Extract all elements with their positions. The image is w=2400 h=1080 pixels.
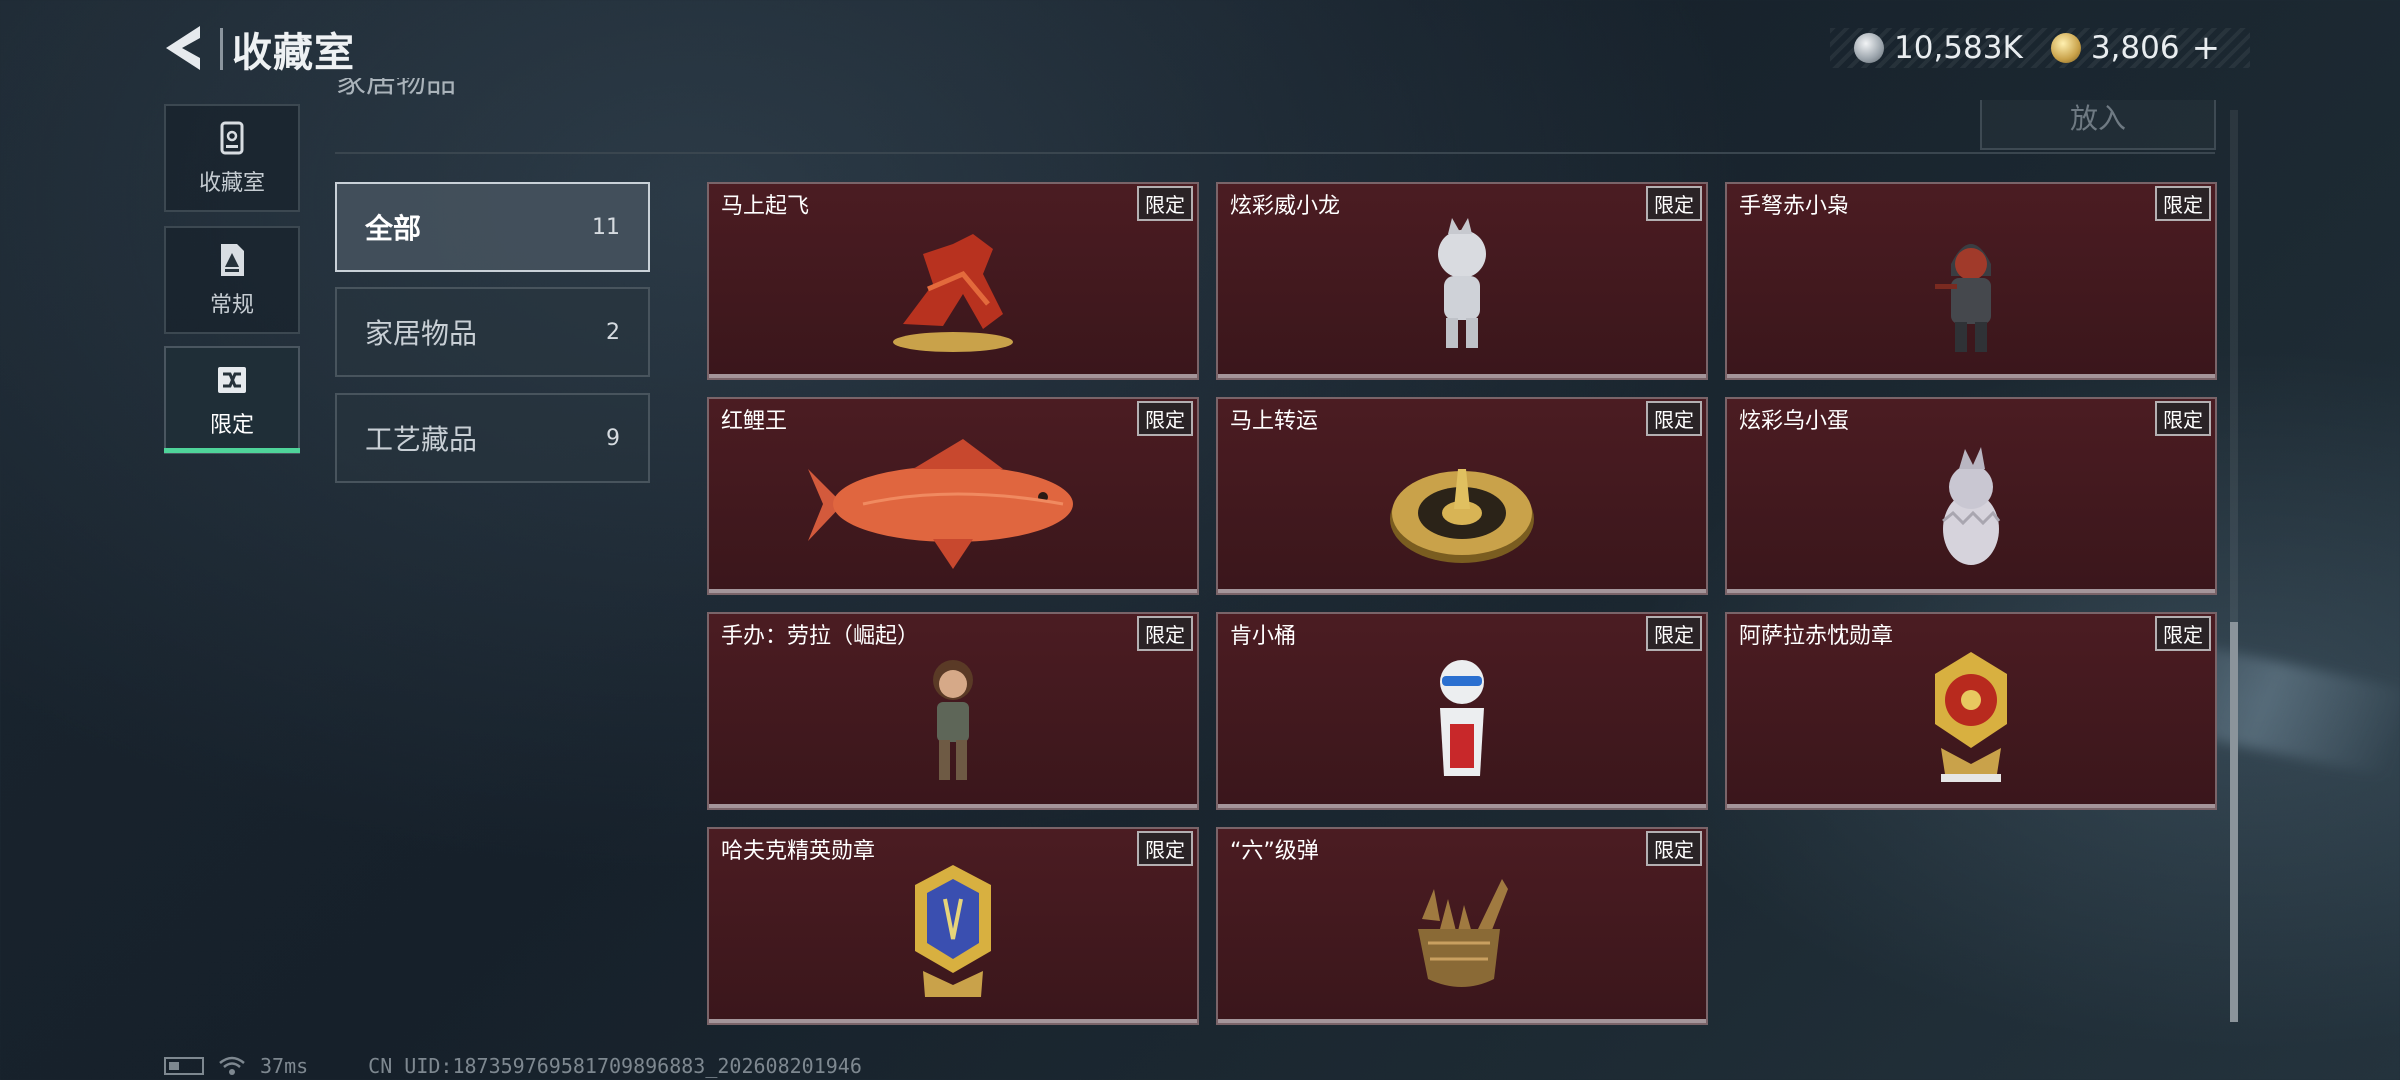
back-arrow-icon: [166, 26, 200, 70]
place-button[interactable]: 放入: [1980, 100, 2216, 150]
page-title: 收藏室: [232, 30, 355, 76]
nav-active-indicator: [164, 448, 300, 453]
item-card[interactable]: 肯小桶 限定: [1216, 612, 1708, 810]
hooded-figure-icon: [1935, 244, 1991, 352]
white-dragon-figure-icon: [1438, 218, 1486, 348]
currency-bar[interactable]: 10,583K 3,806 +: [1830, 28, 2250, 68]
document-icon: [221, 244, 244, 276]
gold-medal-icon: [1935, 652, 2007, 782]
scrollbar[interactable]: [2230, 110, 2238, 1022]
nav-label: 常规: [209, 293, 254, 318]
gold-amount: 3,806: [2090, 30, 2180, 66]
bullet-hand-icon: [1418, 879, 1508, 987]
category-label: 全部: [365, 212, 422, 245]
bin-icon: [220, 121, 244, 155]
item-card[interactable]: 阿萨拉赤忱勋章 限定: [1725, 612, 2217, 810]
blue-hex-medal-icon: [915, 865, 991, 997]
shuffle-card-icon: [218, 367, 246, 393]
item-card[interactable]: 哈夫克精英勋章 限定: [707, 827, 1199, 1025]
silver-coin-icon: [1854, 33, 1884, 63]
nav-limited[interactable]: 限定: [164, 346, 300, 454]
item-card[interactable]: “六”级弹 限定: [1216, 827, 1708, 1025]
category-count: 9: [606, 425, 620, 451]
colonel-figure-icon: [1440, 660, 1484, 776]
gold-coin-icon: [2050, 33, 2081, 63]
item-card[interactable]: 马上转运 限定: [1216, 397, 1708, 595]
item-card[interactable]: 炫彩威小龙 限定: [1216, 182, 1708, 380]
category-label: 工艺藏品: [365, 423, 478, 456]
latency-text: 37ms: [260, 1054, 309, 1078]
nav-collection[interactable]: 收藏室: [164, 104, 300, 212]
back-button[interactable]: [160, 22, 208, 74]
scrollbar-thumb[interactable]: [2230, 622, 2238, 1022]
header-divider: [335, 152, 2215, 154]
category-all[interactable]: 全部 11: [335, 182, 650, 272]
nav-label: 限定: [209, 413, 254, 438]
add-currency-button[interactable]: +: [2192, 28, 2221, 68]
silver-amount: 10,583K: [1894, 30, 2023, 66]
category-home[interactable]: 家居物品 2: [335, 287, 650, 377]
uid-text: CN UID:18735976958170989688​3_2026082019…: [368, 1054, 862, 1078]
category-count: 11: [592, 214, 620, 240]
item-card[interactable]: 马上起飞 限定: [707, 182, 1199, 380]
gold-wheel-icon: [1390, 469, 1534, 563]
red-horse-figure-icon: [893, 234, 1013, 352]
egg-figure-icon: [1942, 447, 2001, 565]
red-carp-icon: [808, 439, 1073, 569]
lara-figure-icon: [933, 660, 973, 780]
item-card[interactable]: 手办：劳拉（崛起） 限定: [707, 612, 1199, 810]
category-label: 家居物品: [365, 317, 478, 350]
status-bar: 37ms CN UID:18735976958170989688​3_20260…: [164, 1054, 862, 1078]
nav-label: 收藏室: [198, 171, 265, 196]
section-title: 家居物品: [336, 78, 456, 100]
battery-icon: [164, 1057, 204, 1075]
item-card[interactable]: 红鲤王 限定: [707, 397, 1199, 595]
title-separator: [220, 28, 223, 70]
item-card[interactable]: 炫彩乌小蛋 限定: [1725, 397, 2217, 595]
item-card[interactable]: 手弩赤小枭 限定: [1725, 182, 2217, 380]
nav-regular[interactable]: 常规: [164, 226, 300, 334]
category-craft[interactable]: 工艺藏品 9: [335, 393, 650, 483]
wifi-icon: [219, 1056, 245, 1075]
category-count: 2: [606, 319, 620, 345]
